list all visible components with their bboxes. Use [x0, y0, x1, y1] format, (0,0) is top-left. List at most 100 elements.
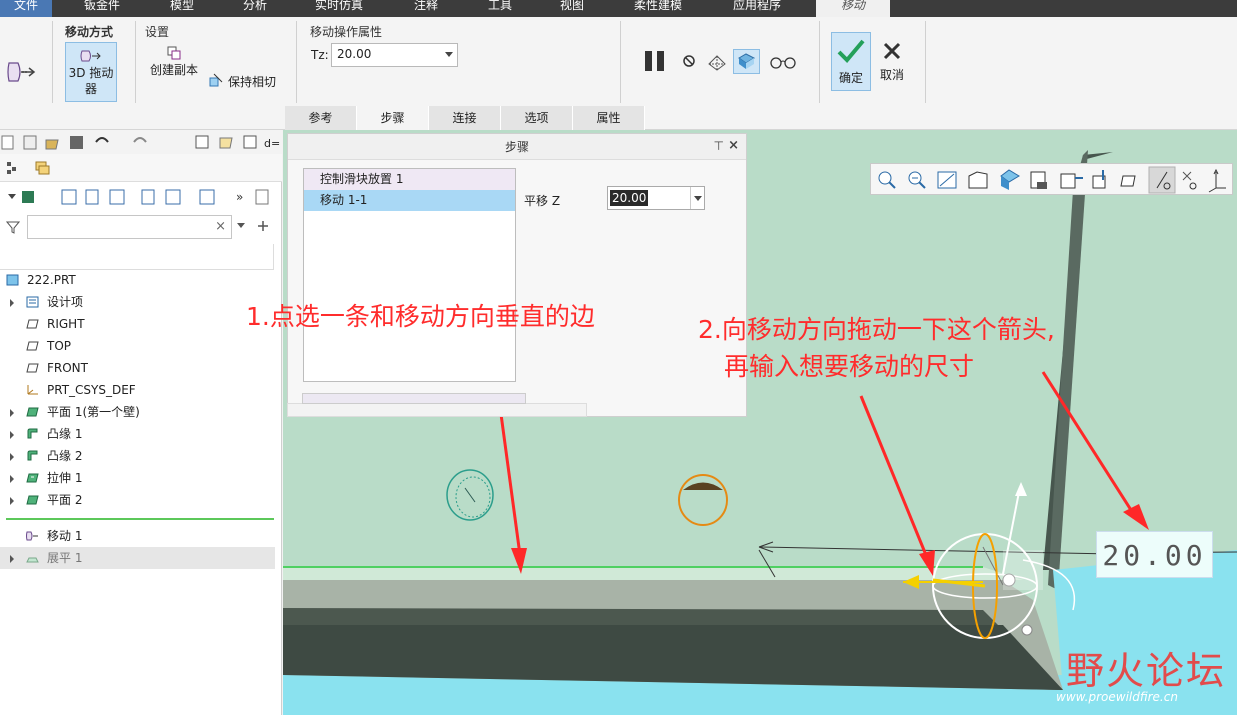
wireframe-preview-icon[interactable]: [706, 50, 728, 72]
sheetmetal-wall-icon: [26, 495, 39, 505]
translate-z-input[interactable]: 20.00: [607, 186, 705, 210]
expand-icon[interactable]: [10, 409, 14, 417]
sheetmetal-wall-icon: [26, 407, 39, 417]
tree-item-top[interactable]: TOP: [0, 335, 275, 357]
watermark-url: www.proewildfire.cn: [1056, 690, 1178, 704]
filter-icon: [6, 221, 20, 234]
tree-item-extrude1[interactable]: 拉伸 1: [0, 467, 275, 489]
close-icon[interactable]: ×: [728, 138, 739, 153]
tree-item-plane1[interactable]: 平面 1(第一个壁): [0, 401, 275, 423]
tree-item-flange2[interactable]: 凸缘 2: [0, 445, 275, 467]
tree-item-move1[interactable]: 移动 1: [0, 525, 275, 547]
flange-icon: [27, 450, 38, 461]
tree-item-label: 凸缘 1: [47, 427, 83, 441]
menu-simulation[interactable]: 实时仿真: [315, 0, 363, 17]
glasses-icon[interactable]: [769, 55, 797, 69]
tree-item-flatten1[interactable]: 展平 1: [0, 547, 275, 569]
tree-root[interactable]: 222.PRT: [0, 269, 275, 291]
expand-icon[interactable]: [10, 453, 14, 461]
tab-attachment[interactable]: 连接: [429, 106, 501, 130]
confirm-button[interactable]: 确定: [831, 32, 871, 91]
tree-item-csys[interactable]: PRT_CSYS_DEF: [0, 379, 275, 401]
keep-tangent-button[interactable]: 保持相切: [208, 72, 280, 90]
menu-sheetmetal[interactable]: 钣金件: [84, 0, 120, 17]
quick-access-icons: d=: [1, 135, 280, 150]
annotation-2-line2: 再输入想要移动的尺寸: [724, 352, 975, 381]
3d-dragger-icon: [80, 50, 101, 62]
move-feature-icon: [26, 531, 38, 541]
tz-value: 20.00: [337, 47, 372, 61]
layer-tab-icon[interactable]: [34, 160, 50, 176]
3d-dragger-label: 3D 拖动: [68, 66, 114, 80]
tree-item-right[interactable]: RIGHT: [0, 313, 275, 335]
shaded-preview-button[interactable]: [733, 49, 760, 74]
add-icon[interactable]: [257, 220, 269, 232]
copy-icon: [167, 46, 181, 60]
tree-toolbar-icons[interactable]: »: [0, 184, 282, 210]
dialog-title: 步骤: [288, 134, 746, 160]
coordinate-system-icon: [27, 385, 38, 395]
flange-icon: [27, 428, 38, 439]
tree-item-design-items[interactable]: 设计项: [0, 291, 275, 313]
tree-item-plane2[interactable]: 平面 2: [0, 489, 275, 511]
menu-view[interactable]: 视图: [560, 0, 584, 17]
svg-text:»: »: [236, 190, 243, 204]
expand-icon[interactable]: [10, 555, 14, 563]
tz-input[interactable]: 20.00: [331, 43, 458, 67]
expand-icon[interactable]: [10, 299, 14, 307]
model-tree-tab-icon[interactable]: [6, 161, 20, 175]
clear-search-icon[interactable]: ×: [215, 219, 226, 234]
view-toolbar-icons[interactable]: [871, 164, 1234, 196]
svg-text:d=: d=: [264, 137, 280, 150]
expand-icon[interactable]: [10, 431, 14, 439]
create-copy-button[interactable]: 创建副本: [148, 45, 200, 81]
no-preview-icon[interactable]: [682, 54, 696, 68]
insert-indicator[interactable]: [6, 518, 274, 520]
chevron-down-icon[interactable]: [690, 187, 704, 209]
menu-annotate[interactable]: 注释: [414, 0, 438, 17]
tab-properties[interactable]: 属性: [573, 106, 645, 130]
tab-steps[interactable]: 步骤: [357, 106, 429, 130]
annotation-1: 1.点选一条和移动方向垂直的边: [246, 302, 595, 331]
tree-item-label: 移动 1: [47, 529, 83, 543]
list-item[interactable]: 控制滑块放置 1: [304, 169, 515, 190]
ribbon: 移动方式 3D 拖动 器 设置 创建副本 保持相切 移动操作属性 Tz: 20.…: [0, 17, 1237, 130]
list-item[interactable]: 移动 1-1: [304, 190, 515, 211]
expand-icon[interactable]: [10, 497, 14, 505]
expand-icon[interactable]: [10, 475, 14, 483]
translate-z-value: 20.00: [610, 190, 649, 206]
tree-tabs: [0, 154, 282, 182]
design-items-icon: [26, 296, 39, 308]
menu-applications[interactable]: 应用程序: [733, 0, 781, 17]
menu-file[interactable]: 文件: [0, 0, 52, 17]
filter-options-icon[interactable]: [236, 222, 246, 230]
dimension-value[interactable]: 20.00: [1096, 531, 1213, 578]
tree-item-label: TOP: [47, 339, 72, 353]
extrude-icon: [26, 473, 39, 483]
tree-item-label: 展平 1: [47, 551, 83, 565]
tree-item-flange1[interactable]: 凸缘 1: [0, 423, 275, 445]
tree-item-front[interactable]: FRONT: [0, 357, 275, 379]
create-copy-label: 创建副本: [149, 63, 198, 77]
menu-model[interactable]: 模型: [170, 0, 194, 17]
tree-search-input[interactable]: ×: [27, 215, 232, 239]
checkmark-icon: [837, 39, 865, 63]
close-icon: [883, 42, 901, 60]
dialog-shadow-strip: [302, 393, 526, 404]
tab-options[interactable]: 选项: [501, 106, 573, 130]
part-icon: [6, 274, 19, 286]
tangent-icon: [209, 73, 223, 87]
menu-flexible-modeling[interactable]: 柔性建模: [634, 0, 682, 17]
dialog-shadow-panel: [287, 403, 587, 417]
menu-tools[interactable]: 工具: [488, 0, 512, 17]
menu-analysis[interactable]: 分析: [243, 0, 267, 17]
3d-dragger-button[interactable]: 3D 拖动 器: [65, 42, 117, 102]
quick-access-toolbar: d=: [0, 130, 282, 154]
menu-move[interactable]: 移动: [816, 0, 890, 17]
tab-references[interactable]: 参考: [285, 106, 357, 130]
pin-icon[interactable]: ⊤: [714, 139, 724, 153]
cancel-button[interactable]: 取消: [874, 32, 910, 91]
pause-icon[interactable]: [643, 50, 667, 72]
watermark-text: 野火论坛: [1066, 649, 1227, 693]
move-props-title: 移动操作属性: [310, 25, 383, 39]
